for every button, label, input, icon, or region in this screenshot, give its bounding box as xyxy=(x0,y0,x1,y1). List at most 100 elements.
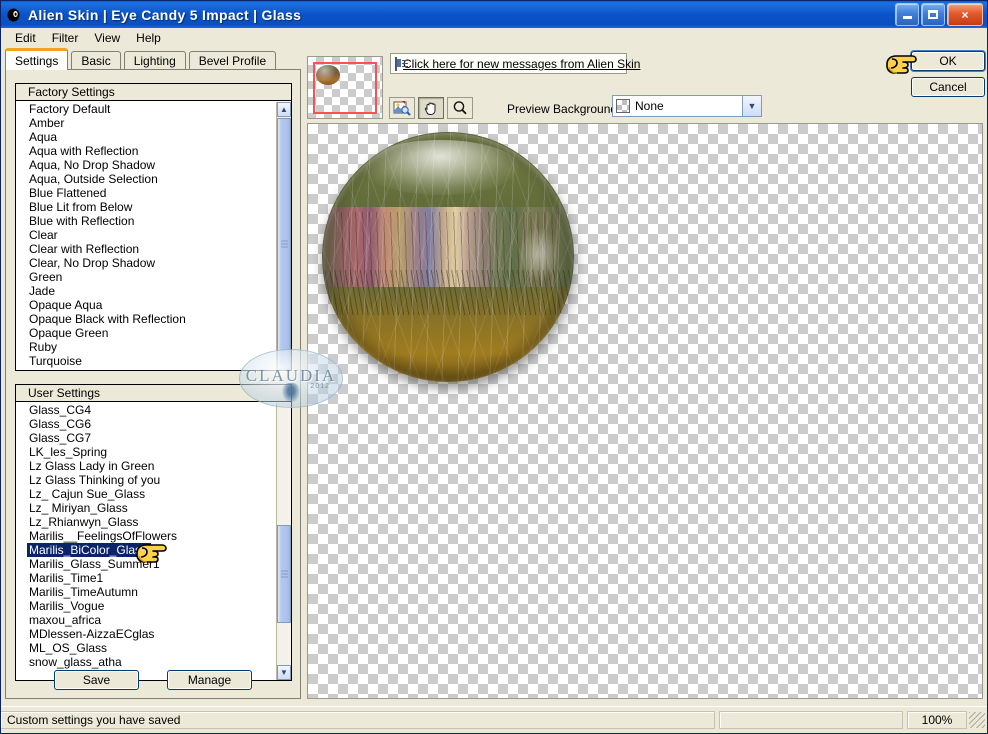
tab-basic[interactable]: Basic xyxy=(71,51,121,70)
watermark-year: 2012 xyxy=(310,383,330,390)
factory-settings-listbox[interactable]: Factory Settings Factory Default Amber Aqu… xyxy=(15,83,292,371)
list-item[interactable]: Clear with Reflection xyxy=(18,242,276,256)
list-item[interactable]: Amber xyxy=(18,116,276,130)
cancel-button[interactable]: Cancel xyxy=(911,77,985,97)
transparency-swatch-icon xyxy=(616,99,630,113)
list-item[interactable]: Turquoise xyxy=(18,354,276,368)
minimize-icon xyxy=(902,16,912,19)
list-item[interactable]: LK_les_Spring xyxy=(18,445,276,459)
preview-tool-bar xyxy=(389,97,473,119)
scrollbar-thumb[interactable] xyxy=(277,525,291,623)
watermark-figure-icon xyxy=(282,383,300,403)
glass-sphere-preview xyxy=(322,132,574,382)
menu-item-filter[interactable]: Filter xyxy=(44,29,87,47)
list-item[interactable]: Clear xyxy=(18,228,276,242)
factory-settings-scrollbar[interactable]: ▲ xyxy=(276,102,291,370)
list-item[interactable]: Marilis_Glass_Summer1 xyxy=(18,557,276,571)
mail-icon xyxy=(395,56,408,71)
list-item[interactable]: Opaque Aqua xyxy=(18,298,276,312)
list-item[interactable]: Aqua, Outside Selection xyxy=(18,172,276,186)
tab-settings[interactable]: Settings xyxy=(5,48,69,70)
list-item[interactable]: ML_OS_Glass xyxy=(18,641,276,655)
list-item[interactable]: Jade xyxy=(18,284,276,298)
window-title: Alien Skin | Eye Candy 5 Impact | Glass xyxy=(28,6,302,23)
window-controls: × xyxy=(895,3,987,26)
compare-view-icon[interactable] xyxy=(389,97,415,119)
manage-button[interactable]: Manage xyxy=(167,670,252,690)
list-item[interactable]: Factory Default xyxy=(18,102,276,116)
list-item[interactable]: Opaque Black with Reflection xyxy=(18,312,276,326)
maximize-button[interactable] xyxy=(921,3,945,26)
list-item[interactable]: Aqua with Reflection xyxy=(18,144,276,158)
list-item[interactable]: Opaque Green xyxy=(18,326,276,340)
preview-canvas[interactable] xyxy=(307,123,983,699)
sphere-rim-shading xyxy=(322,132,574,382)
list-item[interactable]: Lz_ Cajun Sue_Glass xyxy=(18,487,276,501)
list-item[interactable]: Marilis_BiColor_Glass xyxy=(27,543,152,557)
resize-grip-icon[interactable] xyxy=(969,712,985,728)
close-icon: × xyxy=(961,7,969,22)
new-messages-link[interactable]: Click here for new messages from Alien S… xyxy=(403,57,640,71)
preview-navigator[interactable] xyxy=(307,56,383,119)
alien-skin-icon xyxy=(4,5,24,25)
maximize-icon xyxy=(928,10,938,19)
factory-settings-items[interactable]: Factory Default Amber Aqua Aqua with Reflec… xyxy=(16,102,276,370)
tab-bar: Settings Basic Lighting Bevel Profile xyxy=(5,48,277,70)
navigator-selection-rect[interactable] xyxy=(313,62,377,114)
status-spacer xyxy=(719,711,903,729)
list-item[interactable]: Marilis_TimeAutumn xyxy=(18,585,276,599)
ok-button[interactable]: OK xyxy=(911,51,985,71)
list-item[interactable]: Lz Glass Lady in Green xyxy=(18,459,276,473)
menu-item-help[interactable]: Help xyxy=(128,29,169,47)
list-item[interactable]: Blue Lit from Below xyxy=(18,200,276,214)
menu-item-view[interactable]: View xyxy=(86,29,128,47)
list-item[interactable]: Marilis_Vogue xyxy=(18,599,276,613)
menu-bar: Edit Filter View Help xyxy=(1,28,987,47)
menu-item-edit[interactable]: Edit xyxy=(7,29,44,47)
pan-hand-icon[interactable] xyxy=(418,97,444,119)
list-item[interactable]: Marilis_Time1 xyxy=(18,571,276,585)
list-item[interactable]: Marilis__FeelingsOfFlowers xyxy=(18,529,276,543)
factory-settings-header: Factory Settings xyxy=(16,84,291,101)
list-item[interactable]: Lz Glass Thinking of you xyxy=(18,473,276,487)
claudia-watermark: CLAUDIA 2012 xyxy=(239,349,343,408)
list-item[interactable]: Green xyxy=(18,270,276,284)
scrollbar-grip-icon xyxy=(281,570,288,578)
title-bar: Alien Skin | Eye Candy 5 Impact | Glass … xyxy=(1,1,987,28)
tab-bevel-profile[interactable]: Bevel Profile xyxy=(188,51,277,70)
user-settings-listbox[interactable]: User Settings Glass_CG4 Glass_CG6 Glass_CG… xyxy=(15,384,292,681)
chevron-down-icon[interactable]: ▼ xyxy=(742,96,761,116)
list-item[interactable]: Blue with Reflection xyxy=(18,214,276,228)
list-item[interactable]: MDlessen-AizzaECglas xyxy=(18,627,276,641)
alien-skin-message-bar[interactable]: Click here for new messages from Alien S… xyxy=(390,53,640,74)
save-button[interactable]: Save xyxy=(54,670,139,690)
list-item[interactable]: Glass_CG4 xyxy=(18,403,276,417)
list-item[interactable]: Lz_ Miriyan_Glass xyxy=(18,501,276,515)
minimize-button[interactable] xyxy=(895,3,919,26)
zoom-magnifier-icon[interactable] xyxy=(447,97,473,119)
preset-actions: Save Manage xyxy=(6,670,300,690)
zoom-level: 100% xyxy=(907,711,967,729)
scroll-up-arrow-icon[interactable]: ▲ xyxy=(277,102,291,117)
scrollbar-thumb[interactable] xyxy=(277,118,291,370)
list-item[interactable]: Glass_CG7 xyxy=(18,431,276,445)
close-button[interactable]: × xyxy=(947,3,983,26)
status-bar: Custom settings you have saved 100% xyxy=(1,706,987,733)
list-item[interactable]: Ruby xyxy=(18,340,276,354)
scrollbar-grip-icon xyxy=(281,240,288,248)
status-message: Custom settings you have saved xyxy=(1,711,715,729)
list-item[interactable]: Glass_CG6 xyxy=(18,417,276,431)
list-item[interactable]: Lz_Rhianwyn_Glass xyxy=(18,515,276,529)
list-item[interactable]: snow_glass_atha xyxy=(18,655,276,669)
eye-candy-glass-window: Alien Skin | Eye Candy 5 Impact | Glass … xyxy=(0,0,988,734)
user-settings-scrollbar[interactable]: ▼ xyxy=(276,403,291,680)
list-item[interactable]: Blue Flattened xyxy=(18,186,276,200)
tab-lighting[interactable]: Lighting xyxy=(123,51,186,70)
preview-background-select[interactable]: None ▼ xyxy=(612,95,762,117)
list-item[interactable]: Aqua xyxy=(18,130,276,144)
list-item[interactable]: Aqua, No Drop Shadow xyxy=(18,158,276,172)
list-item[interactable]: Clear, No Drop Shadow xyxy=(18,256,276,270)
user-settings-items[interactable]: Glass_CG4 Glass_CG6 Glass_CG7 LK_les_Spring… xyxy=(16,403,276,680)
preview-background-value: None xyxy=(635,99,664,113)
list-item[interactable]: maxou_africa xyxy=(18,613,276,627)
